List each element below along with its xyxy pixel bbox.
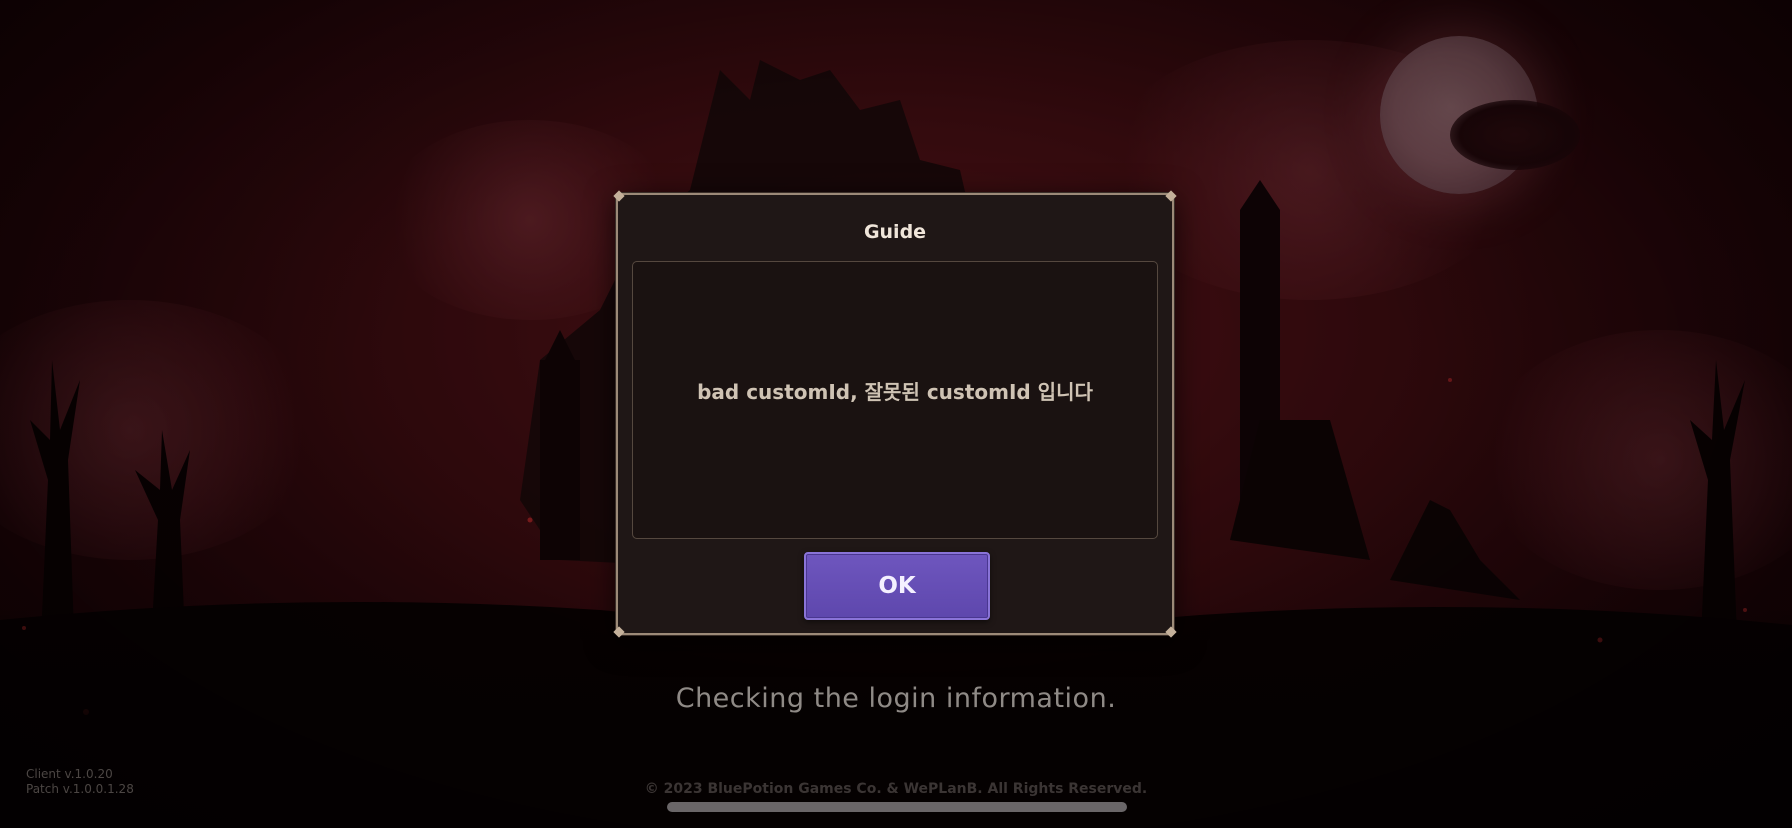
home-indicator[interactable]	[667, 802, 1127, 812]
message-box: bad customId, 잘못된 customId 입니다	[632, 261, 1158, 539]
frame-corner-ornament	[1164, 625, 1178, 639]
login-status-text: Checking the login information.	[675, 683, 1117, 714]
dialog-title: Guide	[863, 221, 927, 243]
ok-button[interactable]: OK	[804, 552, 990, 620]
frame-corner-ornament	[612, 189, 626, 203]
frame-corner-ornament	[612, 625, 626, 639]
guide-dialog: Guide bad customId, 잘못된 customId 입니다 OK	[616, 193, 1174, 635]
client-version: Client v.1.0.20	[26, 767, 113, 781]
frame-corner-ornament	[1164, 189, 1178, 203]
copyright-text: © 2023 BluePotion Games Co. & WePLanB. A…	[644, 781, 1148, 797]
error-message: bad customId, 잘못된 customId 입니다	[697, 379, 1093, 404]
